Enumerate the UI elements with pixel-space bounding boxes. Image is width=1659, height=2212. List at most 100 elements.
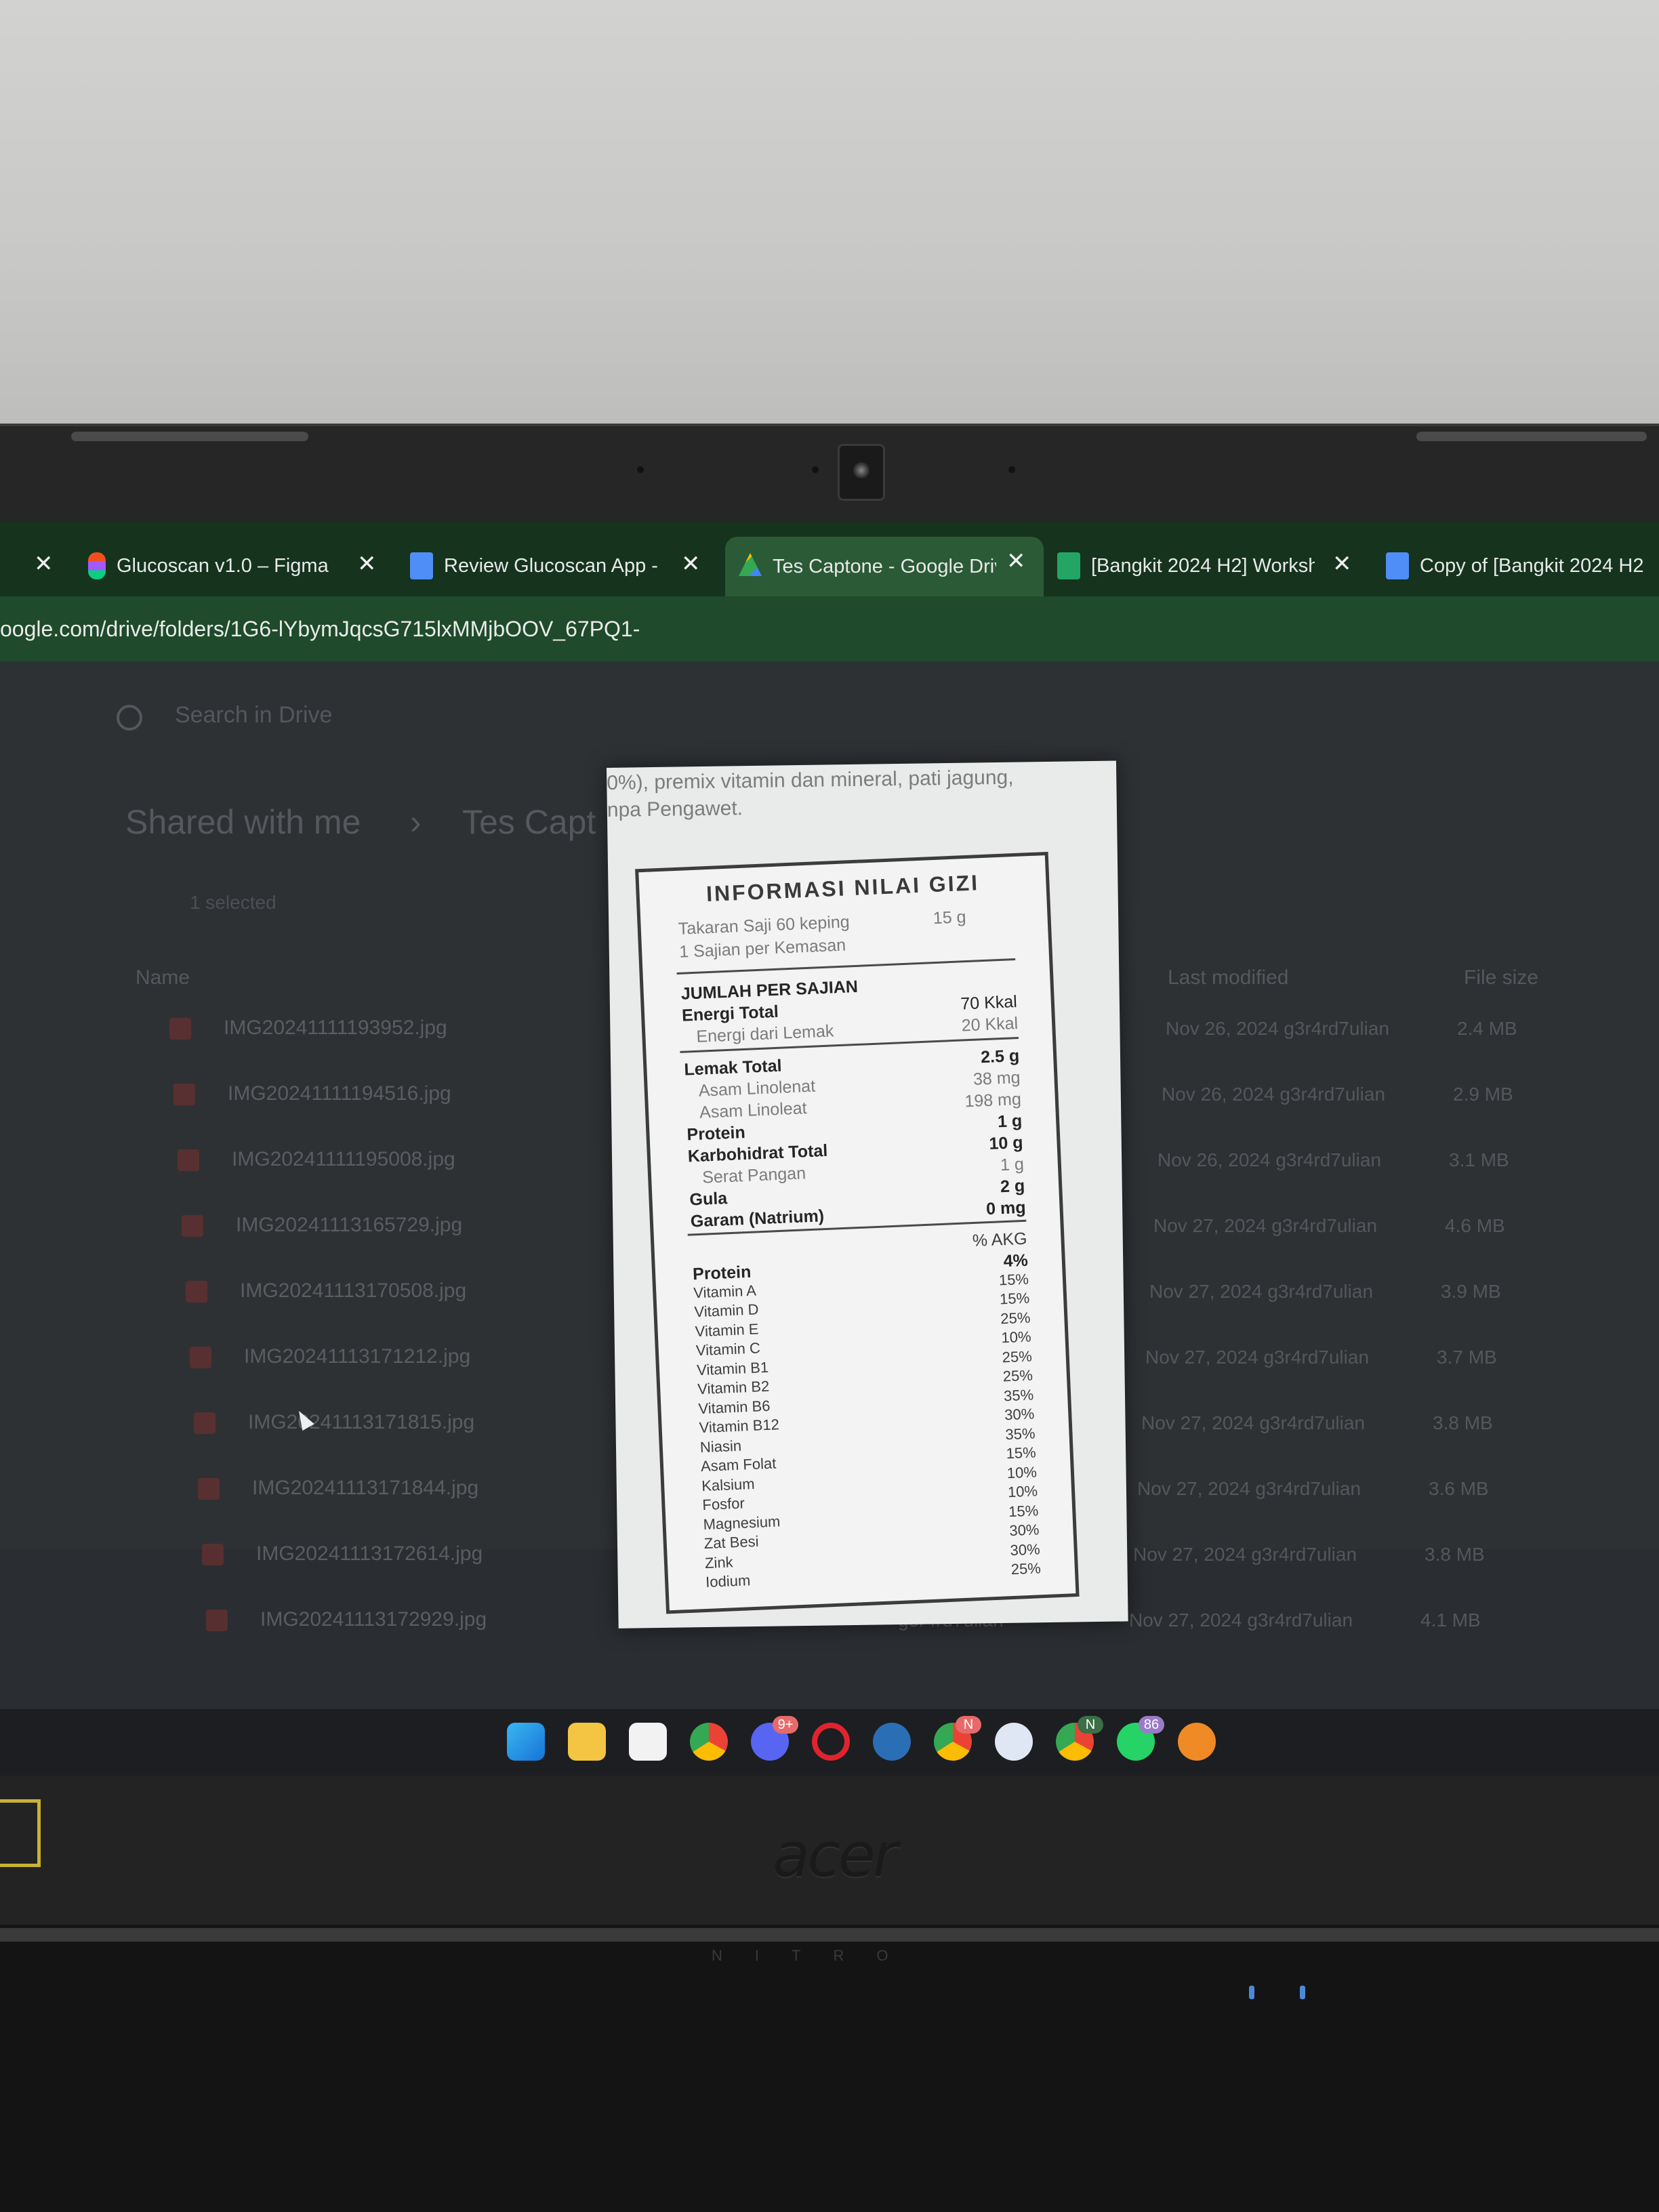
file-name: IMG20241113171844.jpg <box>252 1477 479 1499</box>
google-sheets-icon <box>1057 552 1080 579</box>
address-bar[interactable]: oogle.com/drive/folders/1G6-lYbymJqcsG71… <box>0 596 1659 661</box>
akg-label: Vitamin E <box>695 1319 759 1340</box>
search-icon <box>117 705 142 731</box>
status-led <box>1249 1986 1254 1999</box>
akg-value: 15% <box>1006 1443 1037 1462</box>
breadcrumb-current[interactable]: Tes Capt <box>462 802 596 842</box>
akg-value: 10% <box>1006 1462 1038 1481</box>
file-name: IMG20241113172929.jpg <box>260 1608 487 1631</box>
nitro-logo: NITRO <box>712 1947 921 1964</box>
akg-label: Protein <box>692 1262 752 1284</box>
tab-tes-captone[interactable]: Tes Captone - Google Drive ✕ <box>725 537 1044 596</box>
steam-icon[interactable] <box>873 1723 911 1761</box>
file-modified: Nov 27, 2024 g3r4rd7ulian <box>1153 1215 1378 1236</box>
serving-size-label: Takaran Saji 60 keping <box>678 912 851 939</box>
akg-header: % AKG <box>972 1229 1028 1251</box>
file-modified: Nov 26, 2024 g3r4rd7ulian <box>1162 1084 1386 1105</box>
akg-label: Vitamin B6 <box>697 1397 771 1417</box>
tab-title: Review Glucoscan App - Go <box>444 554 661 577</box>
file-modified: Nov 26, 2024 g3r4rd7ulian <box>1158 1149 1382 1170</box>
tab-copy-bangkit[interactable]: Copy of [Bangkit 2024 H2 <box>1386 542 1659 590</box>
nutrient-label: Karbohidrat Total <box>687 1141 828 1166</box>
tab-title: Tes Captone - Google Drive <box>773 555 996 577</box>
chrome-profile-icon[interactable]: N <box>934 1716 981 1761</box>
nutrient-value: 1 g <box>1000 1154 1025 1175</box>
app-store-icon[interactable] <box>995 1723 1033 1761</box>
tab-bangkit-worksheet[interactable]: [Bangkit 2024 H2] Workshe <box>1057 542 1328 590</box>
column-file-size[interactable]: File size <box>1464 966 1538 989</box>
akg-value: 30% <box>1010 1540 1041 1559</box>
taskbar: 9+ N N 86 <box>0 1709 1659 1776</box>
nutrient-value: 2.5 g <box>980 1046 1020 1067</box>
close-tab-icon[interactable]: ✕ <box>34 550 54 577</box>
file-size: 2.4 MB <box>1457 1018 1517 1039</box>
tab-review-glucoscan[interactable]: Review Glucoscan App - Go <box>410 542 668 590</box>
chrome-badge: N <box>956 1716 981 1734</box>
file-name: IMG20241111193952.jpg <box>224 1017 447 1039</box>
column-last-modified[interactable]: Last modified <box>1168 966 1288 989</box>
serving-size-value: 15 g <box>933 907 967 928</box>
webcam-lens <box>853 462 869 478</box>
akg-value: 15% <box>999 1289 1030 1308</box>
laptop-base <box>0 1925 1659 2212</box>
windows-start-icon[interactable] <box>507 1723 545 1761</box>
image-file-icon <box>202 1544 224 1565</box>
whatsapp-icon[interactable]: 86 <box>1117 1716 1164 1761</box>
microsoft-store-icon[interactable] <box>629 1723 667 1761</box>
image-file-icon <box>173 1084 195 1105</box>
file-name: IMG20241113171815.jpg <box>248 1411 475 1433</box>
url-text: oogle.com/drive/folders/1G6-lYbymJqcsG71… <box>0 617 640 641</box>
nutrient-label: Asam Linoleat <box>699 1099 808 1122</box>
breadcrumb-root[interactable]: Shared with me <box>125 802 361 842</box>
chrome-active-icon[interactable]: N <box>1056 1716 1103 1761</box>
acer-logo: acer <box>773 1820 898 1891</box>
laptop-sticker <box>0 1799 41 1867</box>
column-name[interactable]: Name <box>136 966 190 989</box>
file-size: 4.1 MB <box>1420 1610 1481 1631</box>
chrome-icon[interactable] <box>690 1723 728 1761</box>
akg-label: Vitamin B12 <box>699 1416 780 1437</box>
nutrient-value: 0 mg <box>985 1197 1027 1219</box>
file-size: 2.9 MB <box>1453 1084 1513 1105</box>
file-modified: Nov 27, 2024 g3r4rd7ulian <box>1145 1347 1370 1368</box>
file-size: 3.8 MB <box>1425 1544 1485 1565</box>
camera-sensor <box>812 466 819 473</box>
nutrient-label: Protein <box>686 1122 746 1145</box>
wall <box>0 0 1659 434</box>
ingredients-text: 0%), premix vitamin dan mineral, pati ja… <box>607 766 1014 794</box>
energy-fat-label: Energi dari Lemak <box>695 1021 834 1046</box>
image-file-icon <box>206 1610 228 1631</box>
breadcrumb-separator: › <box>410 803 422 841</box>
blender-icon[interactable] <box>1178 1723 1216 1761</box>
search-input[interactable]: Search in Drive <box>175 702 332 729</box>
close-tab-icon[interactable]: ✕ <box>1332 550 1352 577</box>
akg-label: Zat Besi <box>703 1532 760 1553</box>
tab-figma[interactable]: Glucoscan v1.0 – Figma <box>88 542 393 590</box>
chrome-active-badge: N <box>1078 1716 1103 1734</box>
energy-label: Energi Total <box>681 1002 779 1025</box>
close-tab-icon[interactable]: ✕ <box>357 550 377 577</box>
file-name: IMG20241113170508.jpg <box>240 1279 467 1302</box>
nutrition-title: INFORMASI NILAI GIZI <box>705 870 980 907</box>
selection-count: 1 selected <box>190 892 276 913</box>
image-file-icon <box>194 1412 216 1434</box>
bezel-slot <box>71 432 308 441</box>
camera-sensor <box>637 466 644 473</box>
akg-label: Iodium <box>705 1572 751 1591</box>
file-name: IMG20241113165729.jpg <box>236 1214 463 1236</box>
akg-label: Vitamin C <box>695 1339 761 1359</box>
discord-icon[interactable]: 9+ <box>751 1716 798 1761</box>
close-tab-icon[interactable]: ✕ <box>1006 548 1026 575</box>
google-docs-icon <box>410 552 433 579</box>
tab-title: Glucoscan v1.0 – Figma <box>117 554 329 577</box>
akg-value: 35% <box>1004 1424 1036 1443</box>
close-tab-icon[interactable]: ✕ <box>681 550 701 577</box>
discord-badge: 9+ <box>773 1716 798 1734</box>
opera-icon[interactable] <box>812 1723 850 1761</box>
file-explorer-icon[interactable] <box>568 1723 606 1761</box>
nutrition-facts-panel: INFORMASI NILAI GIZI Takaran Saji 60 kep… <box>635 851 1080 1614</box>
nutrient-value: 1 g <box>997 1111 1023 1132</box>
akg-label: Vitamin B2 <box>697 1377 770 1398</box>
image-file-icon <box>182 1215 203 1237</box>
nutrient-value: 198 mg <box>964 1089 1022 1111</box>
